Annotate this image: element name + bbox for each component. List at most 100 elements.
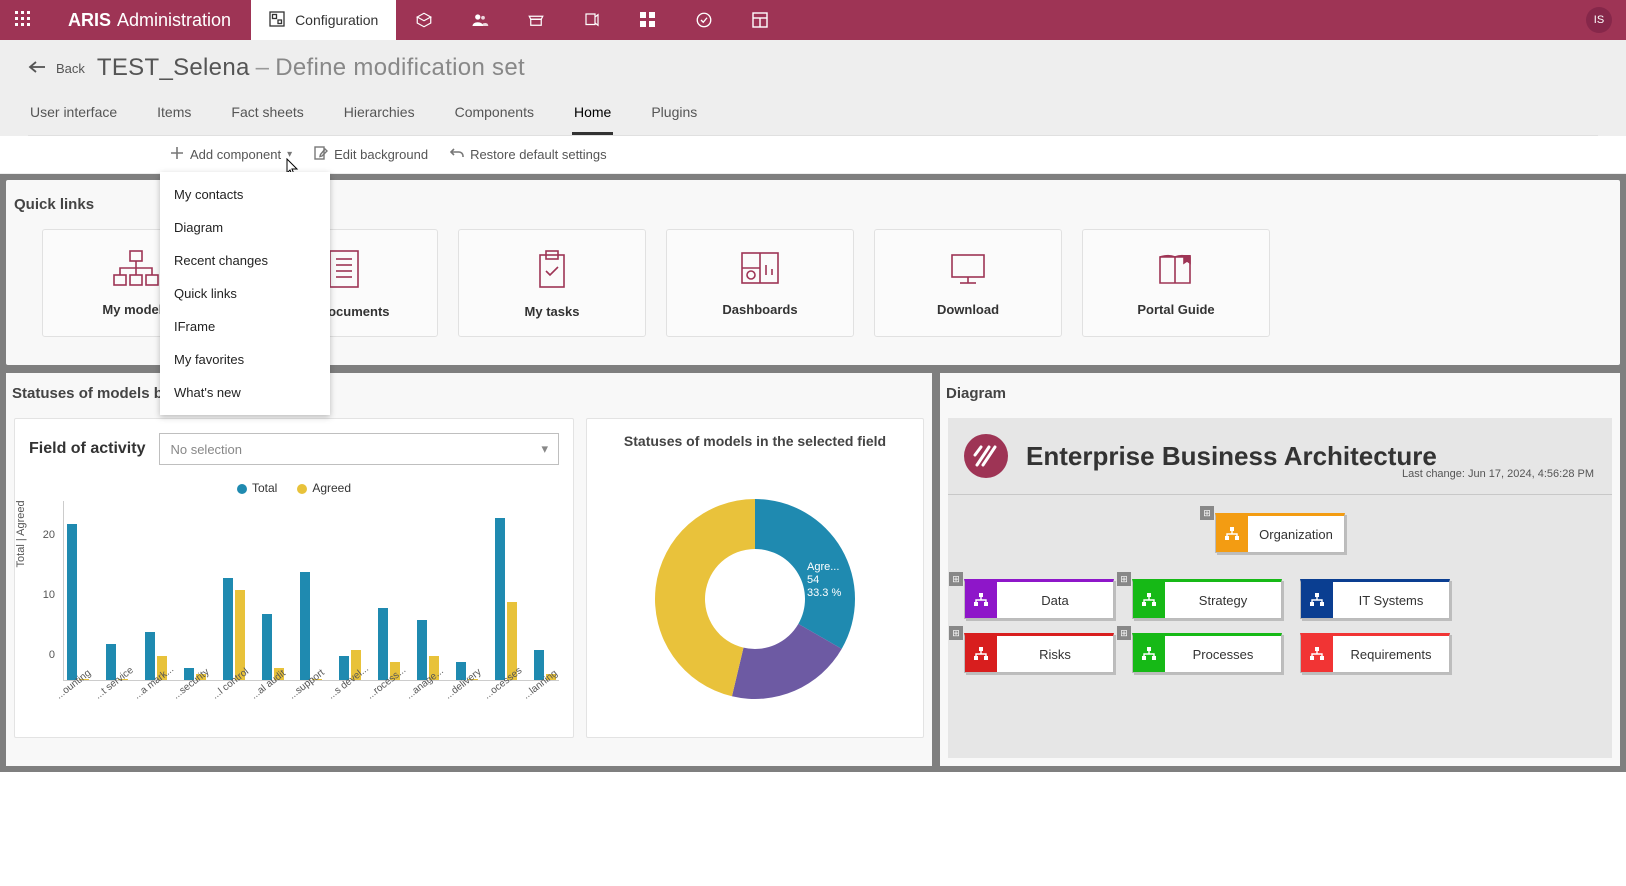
quick-link-portal-guide[interactable]: Portal Guide (1082, 229, 1270, 337)
box-strategy[interactable]: ⊞ Strategy (1132, 579, 1282, 619)
subtab-items[interactable]: Items (155, 92, 193, 135)
plus-icon (170, 146, 184, 163)
bar-group: ...security (181, 668, 210, 680)
diagram-title-label: Diagram (940, 373, 1620, 418)
nav-users-icon[interactable] (452, 0, 508, 40)
user-avatar[interactable]: IS (1586, 7, 1612, 33)
nav-icon-1[interactable] (396, 0, 452, 40)
task-icon (532, 247, 572, 294)
subtab-hierarchies[interactable]: Hierarchies (342, 92, 417, 135)
box-data[interactable]: ⊞ Data (964, 579, 1114, 619)
quick-link-dashboards[interactable]: Dashboards (666, 229, 854, 337)
hier-icon (1133, 582, 1165, 618)
box-requirements[interactable]: Requirements (1300, 633, 1450, 673)
box-processes[interactable]: ⊞ Processes (1132, 633, 1282, 673)
nav-box-icon[interactable] (508, 0, 564, 40)
quick-link-my-tasks[interactable]: My tasks (458, 229, 646, 337)
bar-group: ...support (297, 572, 326, 680)
chevron-down-icon: ▾ (541, 441, 548, 457)
tab-configuration[interactable]: Configuration (251, 0, 396, 40)
menu-item-iframe[interactable]: IFrame (160, 310, 330, 343)
bar-group: ...rocess... (375, 608, 404, 680)
restore-defaults-button[interactable]: Restore default settings (450, 146, 607, 163)
bar-chart: Field of activity No selection ▾ Total A… (14, 418, 574, 738)
bar-group: ...anage... (414, 620, 443, 680)
edit-icon (314, 146, 328, 163)
subtab-components[interactable]: Components (453, 92, 536, 135)
bar-chart-plot: Total | Agreed 01020 ...ounting...t serv… (59, 501, 559, 701)
doc-icon (324, 247, 364, 294)
box-risks[interactable]: ⊞ Risks (964, 633, 1114, 673)
nav-calc-icon[interactable] (732, 0, 788, 40)
link-icon: ⊞ (1117, 572, 1131, 586)
nav-icon-4[interactable] (564, 0, 620, 40)
download-icon (946, 249, 990, 292)
add-component-menu: My contactsDiagramRecent changesQuick li… (160, 172, 330, 415)
subtab-fact-sheets[interactable]: Fact sheets (229, 92, 305, 135)
pie-chart: Statuses of models in the selected field… (586, 418, 924, 738)
nav-tiles-icon[interactable] (620, 0, 676, 40)
box-organization[interactable]: ⊞ Organization (1215, 513, 1345, 553)
bar-group: ...delivery (452, 662, 481, 680)
hier-icon (1301, 582, 1333, 618)
field-select[interactable]: No selection ▾ (159, 433, 559, 465)
bar-group: ...al audit (258, 614, 287, 680)
pie-title: Statuses of models in the selected field (601, 433, 909, 449)
subtab-user-interface[interactable]: User interface (28, 92, 119, 135)
edit-background-button[interactable]: Edit background (314, 146, 428, 163)
y-axis-label: Total | Agreed (15, 500, 27, 567)
topbar: ARISAdministration Configuration IS (0, 0, 1626, 40)
box-it-systems[interactable]: IT Systems (1300, 579, 1450, 619)
dash-icon (738, 249, 782, 292)
bar-group: ...ocesses (491, 518, 520, 680)
add-component-button[interactable]: Add component ▾ (170, 146, 292, 163)
diagram-meta: Last change: Jun 17, 2024, 4:56:28 PM (1402, 468, 1594, 480)
back-button[interactable]: Back (28, 60, 85, 77)
hier-icon (965, 582, 997, 618)
guide-icon (1154, 249, 1198, 292)
quick-link-download[interactable]: Download (874, 229, 1062, 337)
link-icon: ⊞ (949, 572, 963, 586)
menu-item-quick-links[interactable]: Quick links (160, 277, 330, 310)
org-icon (110, 249, 162, 292)
toolbar-wrap: Add component ▾ Edit background Restore … (0, 136, 1626, 174)
configuration-icon (269, 11, 285, 30)
page-title: TEST_Selena–Define modification set (97, 54, 525, 82)
subtab-home[interactable]: Home (572, 92, 613, 135)
donut: Agre...5433.3 % On approval3320.4 % (615, 469, 895, 709)
bar-group: ...s devel... (336, 650, 365, 680)
hier-icon (1133, 636, 1165, 672)
link-icon: ⊞ (949, 626, 963, 640)
diagram-heading: Enterprise Business Architecture (1026, 441, 1437, 472)
apps-grid-icon[interactable] (0, 0, 48, 40)
slice-label-approval: On approval3320.4 % (625, 513, 685, 553)
subtab-plugins[interactable]: Plugins (649, 92, 699, 135)
subheader: Back TEST_Selena–Define modification set… (0, 40, 1626, 136)
diagram-panel: Diagram Enterprise Business Architecture… (940, 373, 1620, 766)
link-icon: ⊞ (1200, 506, 1214, 520)
menu-item-my-contacts[interactable]: My contacts (160, 178, 330, 211)
statuses-panel: Statuses of models by field of activity … (6, 373, 932, 766)
menu-item-recent-changes[interactable]: Recent changes (160, 244, 330, 277)
hier-icon (965, 636, 997, 672)
slice-label-agreed: Agre...5433.3 % (807, 561, 841, 601)
bar-legend: Total Agreed (29, 481, 559, 495)
bar-group: ...ounting (64, 524, 93, 680)
menu-item-what-s-new[interactable]: What's new (160, 376, 330, 409)
subtabs: User interface Items Fact sheets Hierarchie… (28, 92, 1598, 136)
menu-item-my-favorites[interactable]: My favorites (160, 343, 330, 376)
statuses-title: Statuses of models by field of activity (6, 373, 932, 418)
bar-group: ...t service (103, 644, 132, 680)
bar-group: ...lanning (530, 650, 559, 680)
app-title: ARISAdministration (48, 0, 251, 40)
undo-icon (450, 146, 464, 163)
nav-check-icon[interactable] (676, 0, 732, 40)
hier-icon (1301, 636, 1333, 672)
bar-group: ...l control (219, 578, 248, 680)
back-arrow-icon (28, 60, 48, 77)
menu-item-diagram[interactable]: Diagram (160, 211, 330, 244)
field-label: Field of activity (29, 440, 145, 458)
chevron-down-icon: ▾ (287, 149, 292, 160)
diagram-canvas[interactable]: Enterprise Business Architecture Last ch… (948, 418, 1612, 758)
link-icon: ⊞ (1117, 626, 1131, 640)
